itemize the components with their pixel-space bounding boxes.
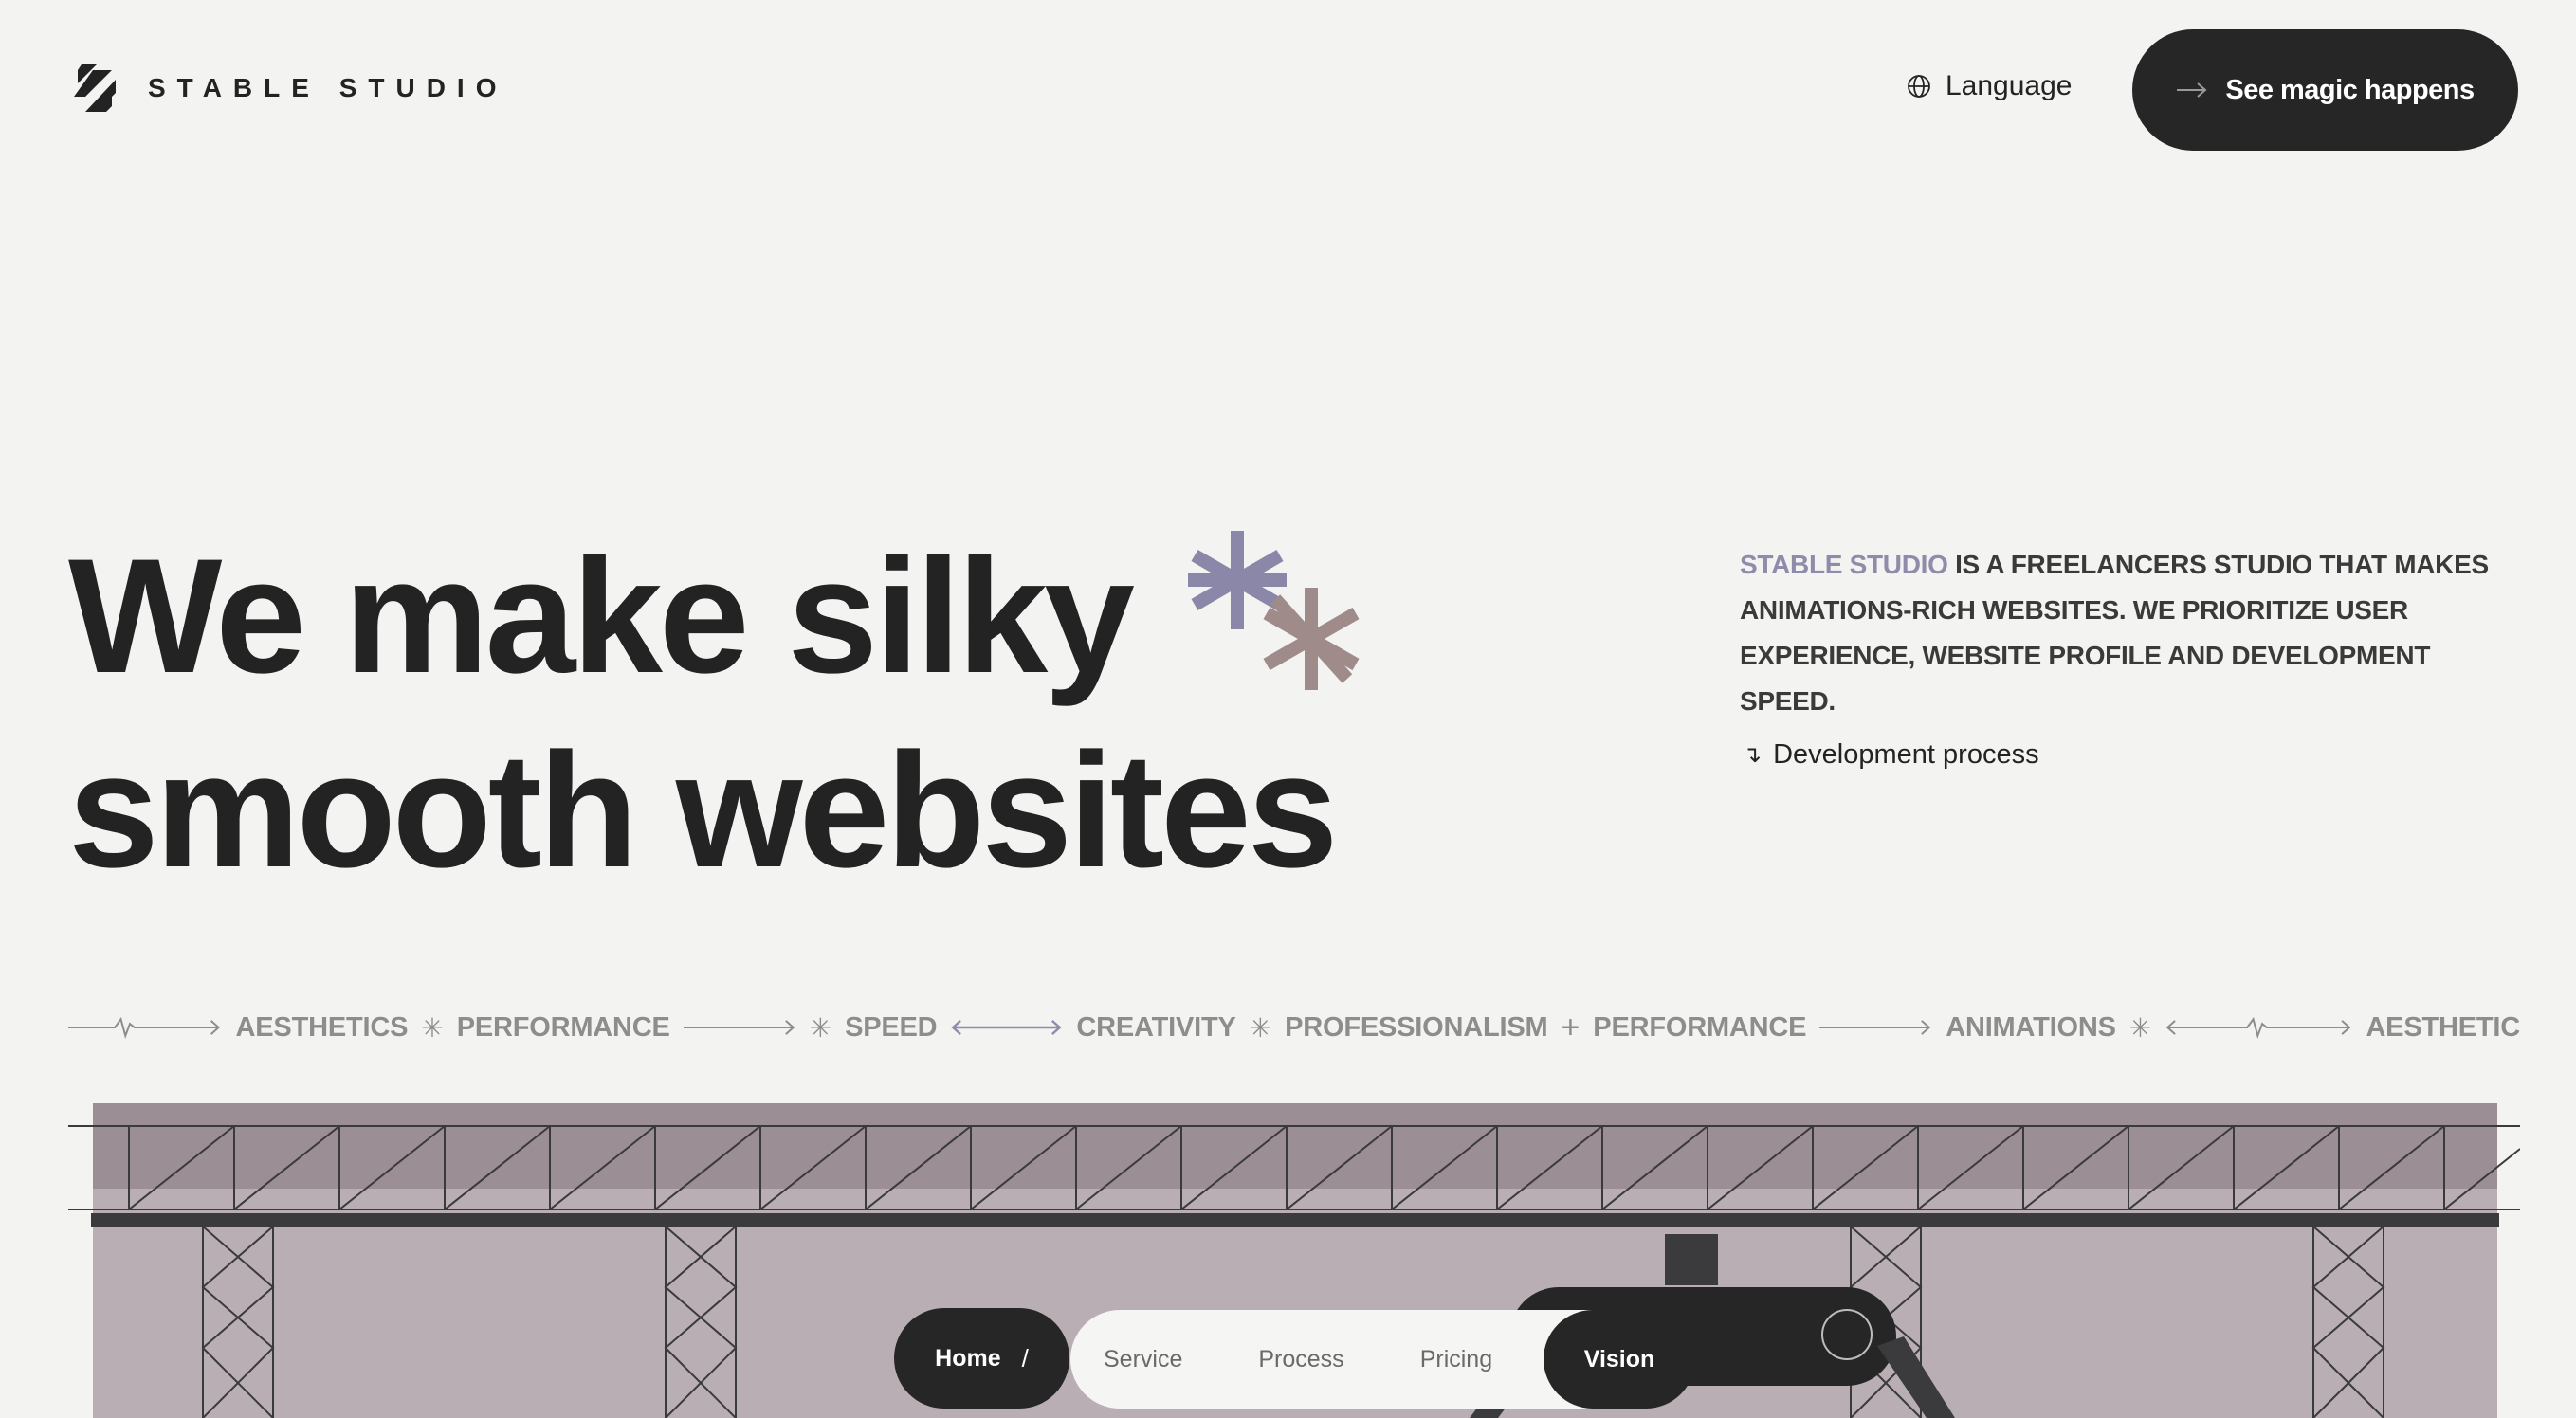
asterisk-icon: ✳	[809, 1012, 832, 1043]
asterisks-decoration-icon	[1188, 531, 1360, 690]
nav-vision[interactable]: Vision	[1544, 1310, 1695, 1409]
marquee-word: AESTHETICS	[235, 1011, 409, 1043]
hero-description: STABLE STUDIO IS A FREELANCERS STUDIO TH…	[1740, 542, 2517, 724]
asterisk-icon: ✳	[1249, 1012, 1272, 1043]
marquee-word: PERFORMANCE	[456, 1011, 670, 1043]
nav-home-label: Home	[935, 1344, 1001, 1372]
language-selector[interactable]: Language	[1906, 70, 2072, 102]
marquee-word: PERFORMANCE	[1593, 1011, 1807, 1043]
nav-vision-label: Vision	[1583, 1345, 1655, 1373]
cta-label: See magic happens	[2225, 74, 2475, 105]
hero-title-line-2: smooth websites	[68, 719, 1338, 901]
language-label: Language	[1946, 70, 2073, 101]
arrow-down-right-icon: ↴	[1743, 742, 1763, 768]
values-marquee: AESTHETICS ✳ PERFORMANCE ✳ SPEED CREATIV…	[68, 1007, 2520, 1048]
brand-logo[interactable]: STABLE STUDIO	[68, 61, 507, 116]
nav-separator: /	[1021, 1343, 1029, 1373]
asterisk-icon: ✳	[2128, 1012, 2152, 1043]
squiggle-arrow-icon	[68, 1017, 221, 1039]
hero-title: We make silky smooth websites	[68, 519, 1338, 908]
double-arrow-icon	[951, 1019, 1062, 1036]
plus-icon: +	[1561, 1009, 1580, 1045]
marquee-word: ANIMATIONS	[1946, 1011, 2116, 1043]
nav-pricing[interactable]: Pricing	[1420, 1346, 1492, 1373]
stable-studio-logo-icon	[74, 64, 116, 112]
see-magic-button[interactable]: See magic happens	[2132, 29, 2518, 151]
marquee-word: PROFESSIONALISM	[1285, 1011, 1548, 1043]
arrow-right-icon	[1819, 1020, 1931, 1035]
bottom-navigation: Home / Service Process Pricing Vision	[894, 1308, 1695, 1409]
development-process-label: Development process	[1773, 739, 2039, 770]
nav-process[interactable]: Process	[1258, 1346, 1343, 1373]
nav-service[interactable]: Service	[1104, 1346, 1182, 1373]
brand-name: STABLE STUDIO	[148, 73, 508, 102]
marquee-word: CREATIVITY	[1076, 1011, 1236, 1043]
marquee-word: AESTHETIC	[2366, 1011, 2520, 1043]
hero-title-line-1: We make silky	[68, 525, 1135, 707]
globe-icon	[1908, 75, 1930, 98]
squiggle-double-arrow-icon	[2165, 1017, 2351, 1039]
arrow-right-icon	[683, 1020, 795, 1035]
asterisk-icon: ✳	[421, 1012, 444, 1043]
nav-home[interactable]: Home /	[894, 1308, 1069, 1409]
description-brand: STABLE STUDIO	[1740, 550, 1948, 579]
development-process-link[interactable]: ↴ Development process	[1743, 739, 2039, 771]
arrow-right-icon	[2177, 82, 2207, 98]
marquee-word: SPEED	[845, 1011, 938, 1043]
